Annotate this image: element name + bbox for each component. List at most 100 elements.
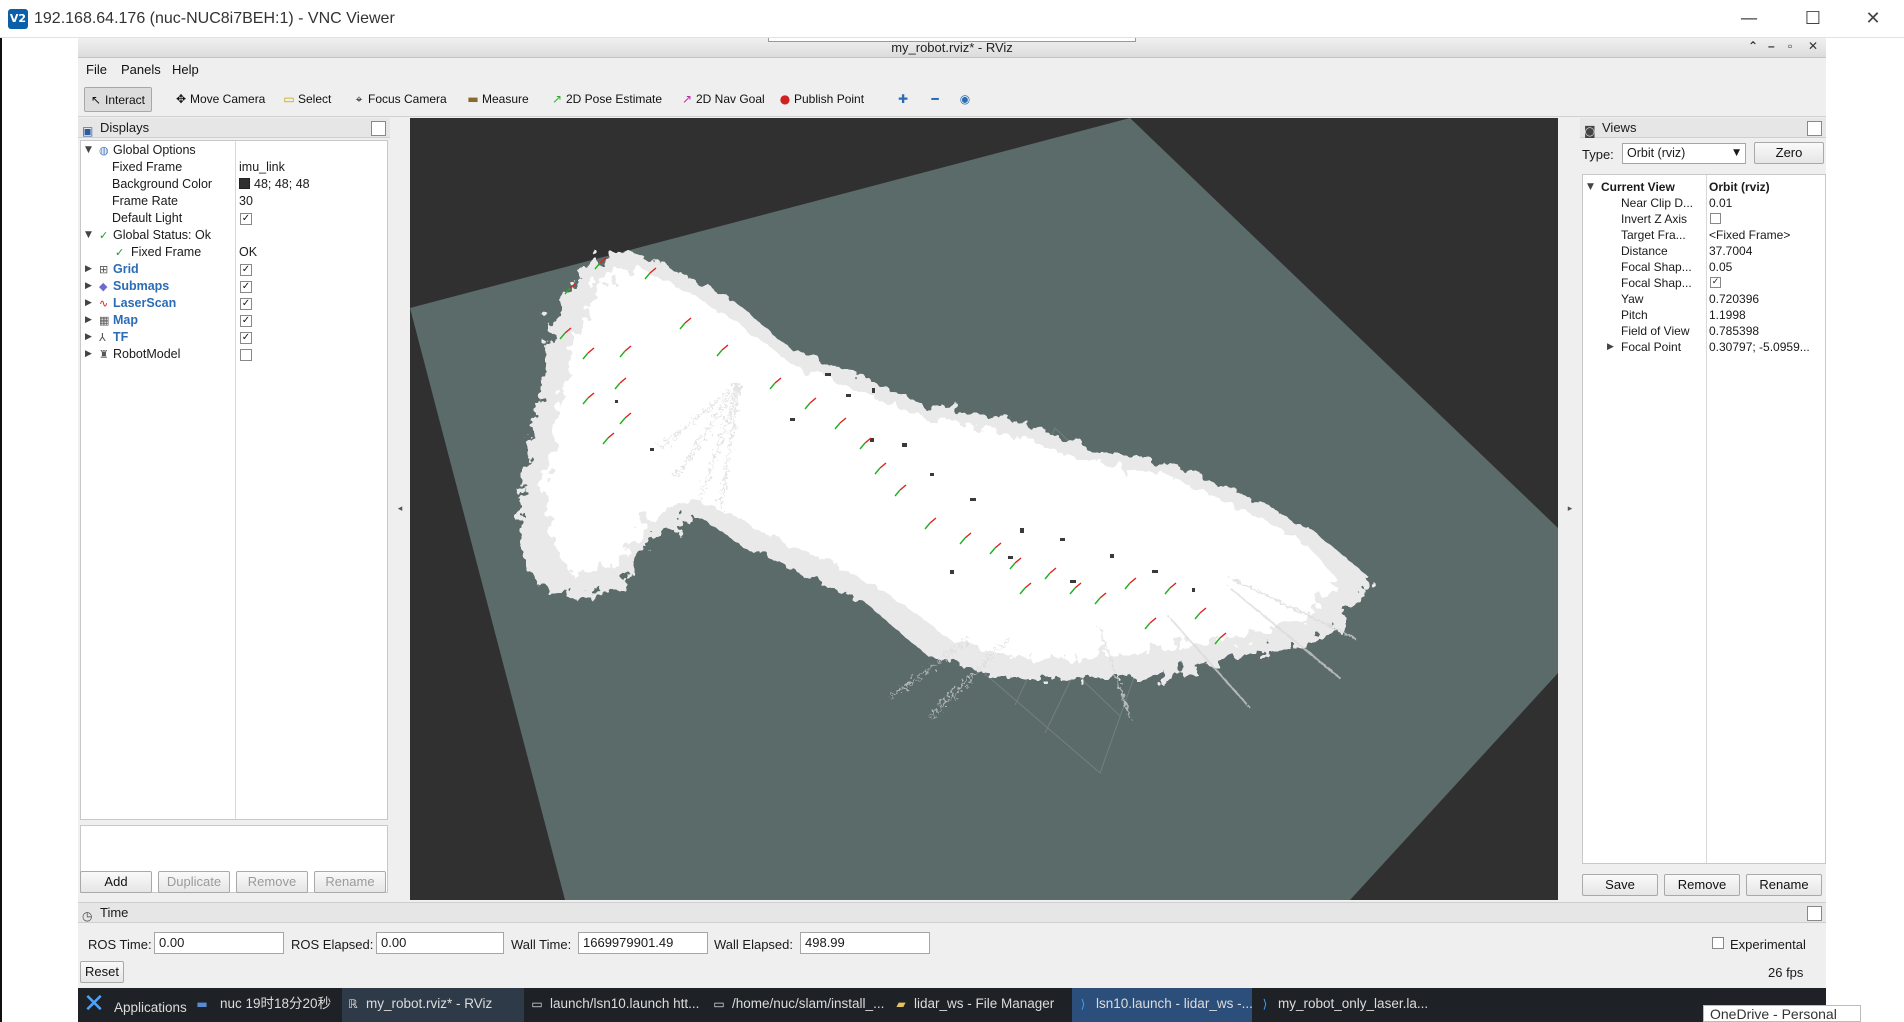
- collapse-arrow-icon[interactable]: ▶: [85, 278, 92, 295]
- prop-row[interactable]: Invert Z Axis: [1583, 211, 1825, 227]
- prop-value[interactable]: 1.1998: [1709, 307, 1827, 323]
- tool-2d-pose-estimate[interactable]: ↗ 2D Pose Estimate: [546, 87, 668, 112]
- rviz-shade-button[interactable]: ⌃: [1748, 39, 1758, 53]
- collapse-arrow-icon[interactable]: ▶: [1607, 339, 1614, 355]
- tree-row-frame-rate[interactable]: Frame Rate 30: [81, 193, 387, 210]
- color-swatch[interactable]: [239, 178, 250, 189]
- zero-button[interactable]: Zero: [1754, 142, 1824, 164]
- expand-arrow-icon[interactable]: ▼: [85, 142, 92, 159]
- panel-float-button[interactable]: [371, 121, 386, 136]
- prop-value[interactable]: <Fixed Frame>: [1709, 227, 1827, 243]
- prop-row[interactable]: Field of View 0.785398: [1583, 323, 1825, 339]
- tree-value[interactable]: imu_link: [239, 159, 285, 176]
- maximize-button[interactable]: ☐: [1786, 4, 1840, 34]
- laserscan-checkbox[interactable]: ✓: [240, 298, 252, 310]
- tool-select[interactable]: ▭ Select: [278, 87, 337, 112]
- task-launch-file[interactable]: ▭ launch/lsn10.launch htt...: [526, 988, 706, 1022]
- grid-checkbox[interactable]: ✓: [240, 264, 252, 276]
- prop-row[interactable]: ▶ Focal Point 0.30797; -5.0959...: [1583, 339, 1825, 355]
- rename-display-button[interactable]: Rename: [314, 871, 386, 893]
- tool-measure[interactable]: ▬ Measure: [462, 87, 535, 112]
- prop-row[interactable]: Near Clip D... 0.01: [1583, 195, 1825, 211]
- right-splitter-handle[interactable]: ▸: [1562, 118, 1578, 900]
- task-vscode-lsn10[interactable]: ⟩ lsn10.launch - lidar_ws -...: [1072, 988, 1252, 1022]
- left-splitter-handle[interactable]: ◂: [392, 118, 408, 900]
- tree-value[interactable]: 30: [239, 193, 253, 210]
- prop-row[interactable]: Distance 37.7004: [1583, 243, 1825, 259]
- tool-publish-point[interactable]: ● Publish Point: [774, 87, 870, 112]
- tree-row-submaps[interactable]: ▶ ◆ Submaps ✓: [81, 278, 387, 295]
- tree-row-global-options[interactable]: ▼ ◍ Global Options: [81, 142, 387, 159]
- invert-z-checkbox[interactable]: [1710, 213, 1721, 224]
- prop-row[interactable]: Focal Shap... 0.05: [1583, 259, 1825, 275]
- panel-float-button[interactable]: [1807, 906, 1822, 921]
- tree-row-robotmodel[interactable]: ▶ ♜ RobotModel: [81, 346, 387, 363]
- tree-row-default-light[interactable]: Default Light ✓: [81, 210, 387, 227]
- ros-time-field[interactable]: 0.00: [154, 932, 284, 954]
- minimize-button[interactable]: —: [1722, 4, 1776, 34]
- prop-value[interactable]: 0.30797; -5.0959...: [1709, 339, 1827, 355]
- expand-arrow-icon[interactable]: ▼: [1587, 179, 1594, 195]
- prop-value[interactable]: 0.05: [1709, 259, 1827, 275]
- views-properties-tree[interactable]: ▼ Current View Orbit (rviz) Near Clip D.…: [1582, 174, 1826, 864]
- experimental-checkbox[interactable]: [1712, 937, 1724, 949]
- focal-shape-checkbox[interactable]: ✓: [1710, 277, 1721, 288]
- applications-menu-button[interactable]: ✕ Applications: [78, 988, 188, 1022]
- tree-row-fixed-frame[interactable]: Fixed Frame imu_link: [81, 159, 387, 176]
- task-file-manager[interactable]: ▰ lidar_ws - File Manager: [890, 988, 1070, 1022]
- panel-float-button[interactable]: [1807, 121, 1822, 136]
- displays-tree[interactable]: ▼ ◍ Global Options Fixed Frame imu_link …: [80, 140, 388, 820]
- menu-file[interactable]: File: [86, 62, 107, 77]
- wall-time-field[interactable]: 1669979901.49: [578, 932, 708, 954]
- tree-row-laserscan[interactable]: ▶ ∿ LaserScan ✓: [81, 295, 387, 312]
- submaps-checkbox[interactable]: ✓: [240, 281, 252, 293]
- rename-view-button[interactable]: Rename: [1746, 874, 1822, 896]
- tree-row-map[interactable]: ▶ ▦ Map ✓: [81, 312, 387, 329]
- tree-value[interactable]: 48; 48; 48: [239, 176, 310, 193]
- prop-row[interactable]: Focal Shap... ✓: [1583, 275, 1825, 291]
- duplicate-display-button[interactable]: Duplicate: [158, 871, 230, 893]
- collapse-arrow-icon[interactable]: ▶: [85, 261, 92, 278]
- collapse-arrow-icon[interactable]: ▶: [85, 312, 92, 329]
- tree-row-global-status[interactable]: ▼ ✓ Global Status: Ok: [81, 227, 387, 244]
- tool-move-camera[interactable]: ✥ Move Camera: [170, 87, 271, 112]
- close-button[interactable]: ✕: [1846, 4, 1900, 34]
- prop-row[interactable]: Yaw 0.720396: [1583, 291, 1825, 307]
- current-view-row[interactable]: ▼ Current View Orbit (rviz): [1583, 179, 1825, 195]
- reset-button[interactable]: Reset: [80, 961, 124, 983]
- tool-interact[interactable]: ↖ Interact: [84, 87, 153, 112]
- tool-focus-camera[interactable]: ⌖ Focus Camera: [348, 87, 453, 112]
- map-checkbox[interactable]: ✓: [240, 315, 252, 327]
- menu-panels[interactable]: Panels: [121, 62, 161, 77]
- prop-value[interactable]: 0.785398: [1709, 323, 1827, 339]
- add-tool-button[interactable]: ✚: [892, 87, 918, 112]
- add-display-button[interactable]: Add: [80, 871, 152, 893]
- prop-value[interactable]: 37.7004: [1709, 243, 1827, 259]
- tf-checkbox[interactable]: ✓: [240, 332, 252, 344]
- collapse-arrow-icon[interactable]: ▶: [85, 346, 92, 363]
- prop-value[interactable]: 0.01: [1709, 195, 1827, 211]
- default-light-checkbox[interactable]: ✓: [240, 213, 252, 225]
- ros-elapsed-field[interactable]: 0.00: [376, 932, 504, 954]
- workspace-clock[interactable]: ▬ nuc 19时18分20秒: [190, 988, 340, 1022]
- tree-row-tf[interactable]: ▶ ⅄ TF ✓: [81, 329, 387, 346]
- prop-row[interactable]: Target Fra... <Fixed Frame>: [1583, 227, 1825, 243]
- rviz-close-button[interactable]: ✕: [1808, 39, 1818, 53]
- render-3d-view[interactable]: [410, 118, 1558, 900]
- task-rviz[interactable]: ℝmy_robot.rviz* - RViz: [342, 988, 524, 1022]
- collapse-arrow-icon[interactable]: ▶: [85, 295, 92, 312]
- rviz-minimize-button[interactable]: –: [1768, 39, 1775, 53]
- remove-tool-button[interactable]: ━: [924, 87, 950, 112]
- save-view-button[interactable]: Save: [1582, 874, 1658, 896]
- tree-row-grid[interactable]: ▶ ⊞ Grid ✓: [81, 261, 387, 278]
- tool-2d-nav-goal[interactable]: ↗ 2D Nav Goal: [676, 87, 771, 112]
- prop-row[interactable]: Pitch 1.1998: [1583, 307, 1825, 323]
- rviz-maximize-button[interactable]: ▫: [1788, 39, 1792, 53]
- onedrive-notification[interactable]: OneDrive - Personal: [1703, 1005, 1861, 1022]
- remove-display-button[interactable]: Remove: [236, 871, 308, 893]
- prop-value[interactable]: 0.720396: [1709, 291, 1827, 307]
- expand-arrow-icon[interactable]: ▼: [85, 227, 92, 244]
- task-terminal[interactable]: ▭ /home/nuc/slam/install_...: [708, 988, 888, 1022]
- task-vscode-laser[interactable]: ⟩ my_robot_only_laser.la...: [1254, 988, 1434, 1022]
- tree-row-status-fixed-frame[interactable]: ✓ Fixed Frame OK: [81, 244, 387, 261]
